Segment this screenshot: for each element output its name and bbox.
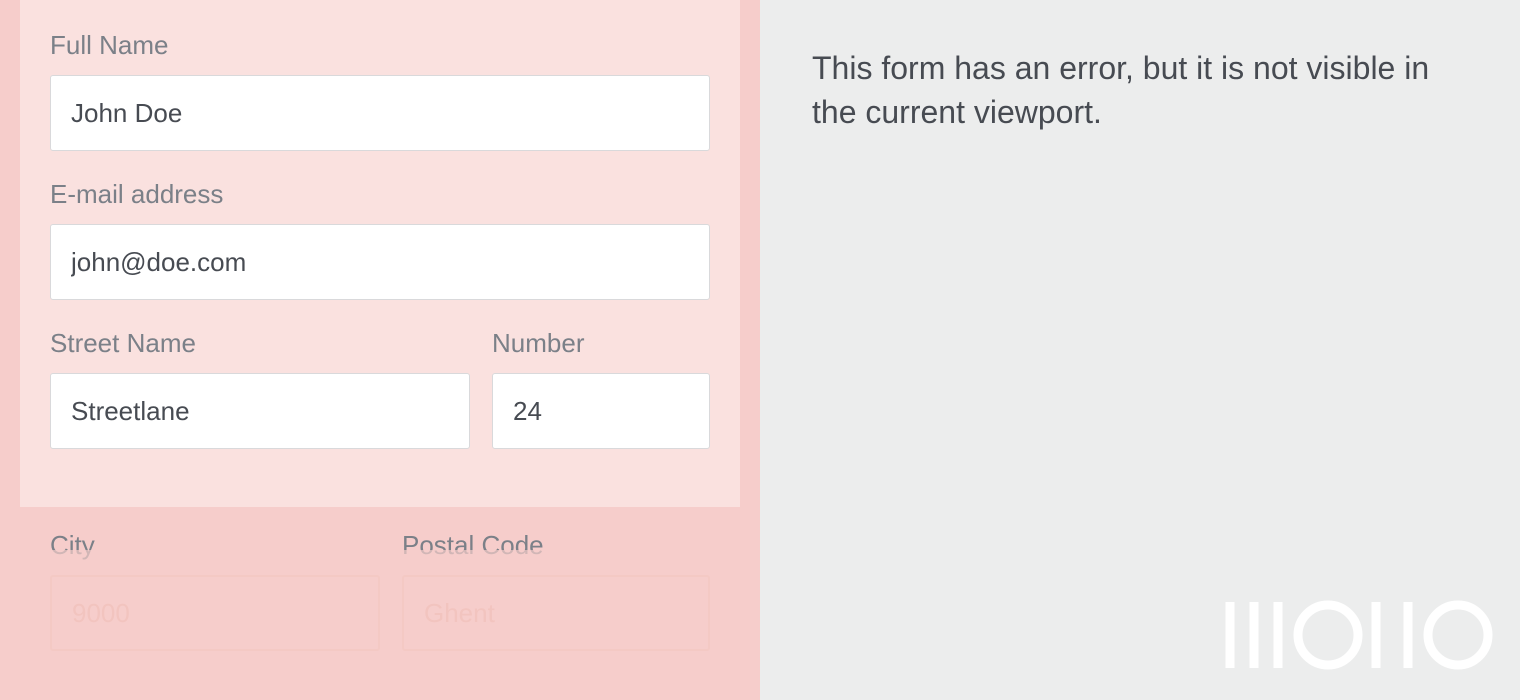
- postal-label: Postal Code: [402, 530, 710, 561]
- commentary-panel: This form has an error, but it is not vi…: [760, 0, 1520, 700]
- email-label: E-mail address: [50, 179, 710, 210]
- number-label: Number: [492, 328, 710, 359]
- form-card: Full Name E-mail address Street Name Num…: [20, 0, 740, 507]
- form-panel: Full Name E-mail address Street Name Num…: [0, 0, 760, 700]
- city-label: City: [50, 530, 380, 561]
- city-input[interactable]: [50, 575, 380, 651]
- email-input[interactable]: [50, 224, 710, 300]
- street-input[interactable]: [50, 373, 470, 449]
- full-name-label: Full Name: [50, 30, 710, 61]
- street-label: Street Name: [50, 328, 470, 359]
- error-message: This form has an error, but it is not vi…: [812, 46, 1452, 134]
- full-name-input[interactable]: [50, 75, 710, 151]
- mono-logo-icon: [1224, 598, 1494, 672]
- mono-logo: [1224, 598, 1494, 672]
- bottom-row: City Postal Code: [50, 530, 710, 651]
- postal-input[interactable]: [402, 575, 710, 651]
- number-input[interactable]: [492, 373, 710, 449]
